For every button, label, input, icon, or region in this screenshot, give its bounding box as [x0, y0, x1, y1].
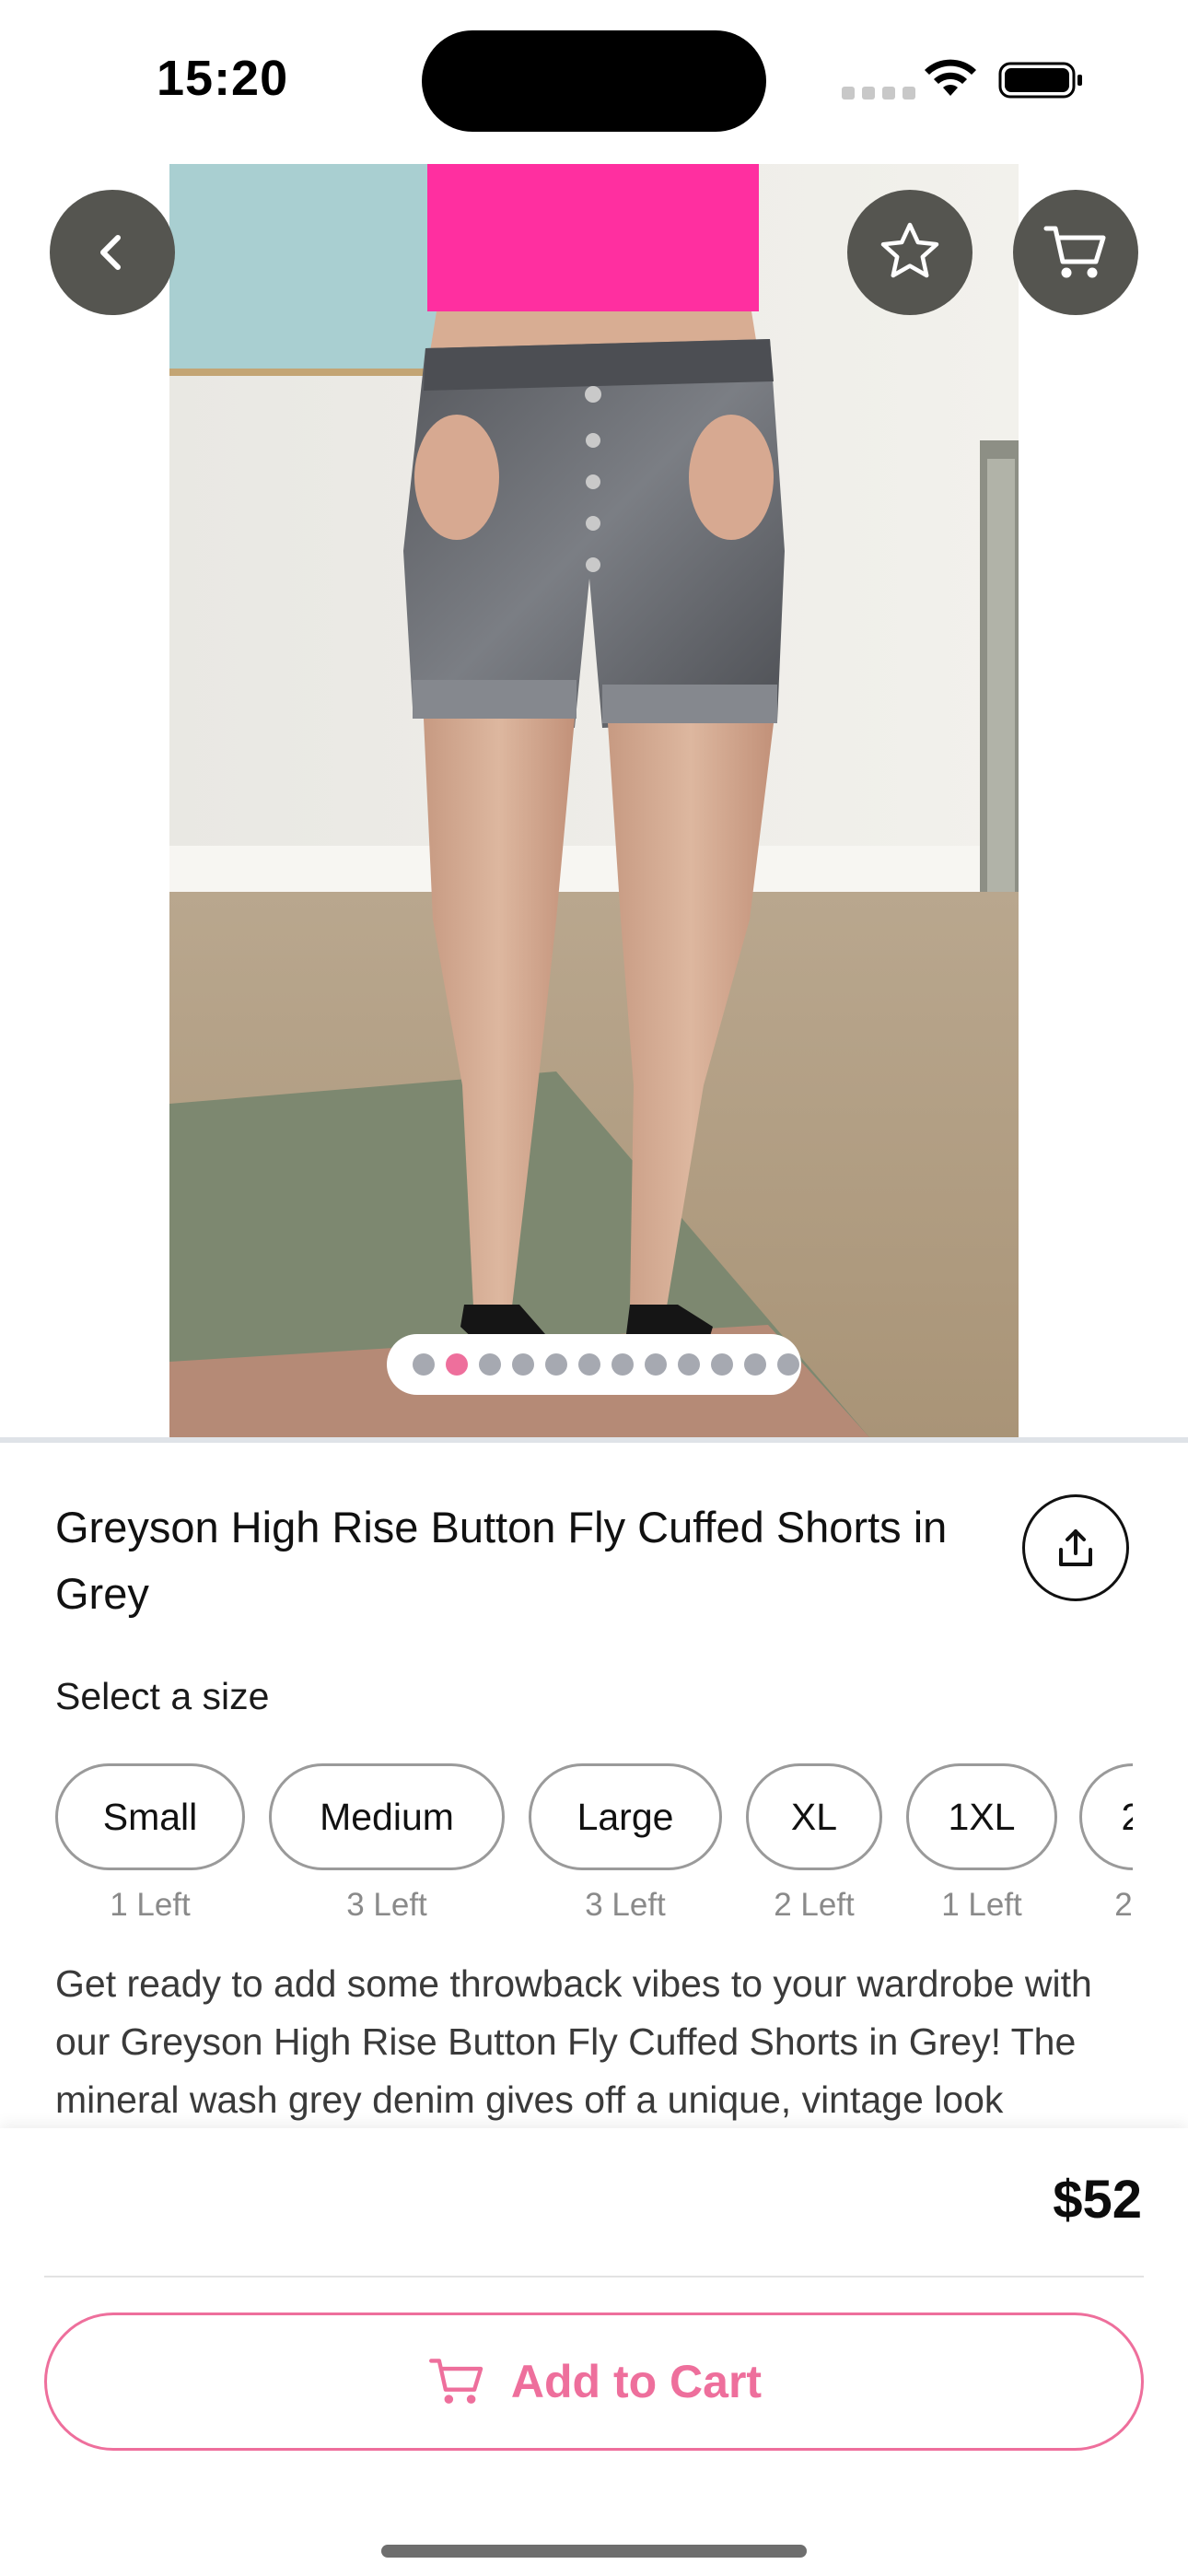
size-stock: 3 Left	[585, 1887, 666, 1923]
checkout-panel: $52 Add to Cart	[0, 2128, 1188, 2576]
size-heading: Select a size	[55, 1675, 270, 1717]
cellular-signal-icon	[842, 87, 915, 100]
size-stock: 3 Left	[346, 1887, 427, 1923]
page-dot[interactable]	[711, 1353, 733, 1376]
back-button[interactable]	[50, 190, 175, 315]
page-dot[interactable]	[777, 1353, 799, 1376]
size-pill[interactable]: 1XL	[906, 1763, 1057, 1870]
cart-button[interactable]	[1013, 190, 1138, 315]
product-description: Get ready to add some throwback vibes to…	[55, 1962, 1092, 2121]
size-stock: 1 Left	[110, 1887, 191, 1923]
page-dot-active[interactable]	[446, 1353, 468, 1376]
size-pill[interactable]: Large	[529, 1763, 722, 1870]
size-pill[interactable]: Small	[55, 1763, 245, 1870]
size-pill[interactable]: Medium	[269, 1763, 505, 1870]
favorite-button[interactable]	[847, 190, 973, 315]
status-time: 15:20	[157, 51, 289, 106]
star-icon	[880, 222, 939, 278]
size-option-large[interactable]: Large 3 Left	[529, 1763, 722, 1924]
add-to-cart-button[interactable]: Add to Cart	[44, 2313, 1144, 2451]
size-pill[interactable]: XL	[746, 1763, 882, 1870]
product-photo-illustration	[169, 164, 1019, 1437]
page-dot[interactable]	[512, 1353, 534, 1376]
size-option-1xl[interactable]: 1XL 1 Left	[906, 1763, 1057, 1924]
product-price: $52	[1053, 2170, 1142, 2230]
page-dot[interactable]	[413, 1353, 435, 1376]
size-option-2xl[interactable]: 2XL 2 Left	[1079, 1763, 1133, 1924]
page-dot[interactable]	[678, 1353, 700, 1376]
product-photo[interactable]	[169, 164, 1019, 1437]
size-stock: 1 Left	[941, 1887, 1022, 1923]
size-option-small[interactable]: Small 1 Left	[55, 1763, 245, 1924]
cart-icon	[1043, 226, 1106, 278]
size-selector[interactable]: Small 1 Left Medium 3 Left Large 3 Left …	[55, 1763, 1133, 1938]
page-dot[interactable]	[611, 1353, 634, 1376]
page-dot[interactable]	[744, 1353, 766, 1376]
share-icon	[1059, 1529, 1092, 1566]
page-dot[interactable]	[479, 1353, 501, 1376]
home-indicator[interactable]	[381, 2545, 807, 2558]
cart-icon	[428, 2359, 483, 2404]
carousel-page-indicator[interactable]	[387, 1334, 801, 1395]
product-image-carousel[interactable]	[0, 157, 1188, 1437]
status-bar: 15:20	[0, 0, 1188, 157]
share-button[interactable]	[1022, 1494, 1129, 1601]
size-option-xl[interactable]: XL 2 Left	[746, 1763, 882, 1924]
size-option-medium[interactable]: Medium 3 Left	[269, 1763, 505, 1924]
page-dot[interactable]	[545, 1353, 567, 1376]
wifi-icon	[925, 59, 976, 96]
checkout-divider	[44, 2276, 1144, 2277]
chevron-left-icon	[100, 235, 121, 270]
size-stock: 2 Left	[774, 1887, 855, 1923]
size-pill[interactable]: 2XL	[1079, 1763, 1133, 1870]
size-stock: 2 Left	[1114, 1887, 1133, 1923]
page-dot[interactable]	[578, 1353, 600, 1376]
page-dot[interactable]	[645, 1353, 667, 1376]
battery-icon	[998, 62, 1082, 99]
image-divider	[0, 1437, 1188, 1443]
product-title: Greyson High Rise Button Fly Cuffed Shor…	[55, 1503, 948, 1618]
add-to-cart-label: Add to Cart	[510, 2356, 763, 2407]
dynamic-island	[422, 30, 766, 132]
